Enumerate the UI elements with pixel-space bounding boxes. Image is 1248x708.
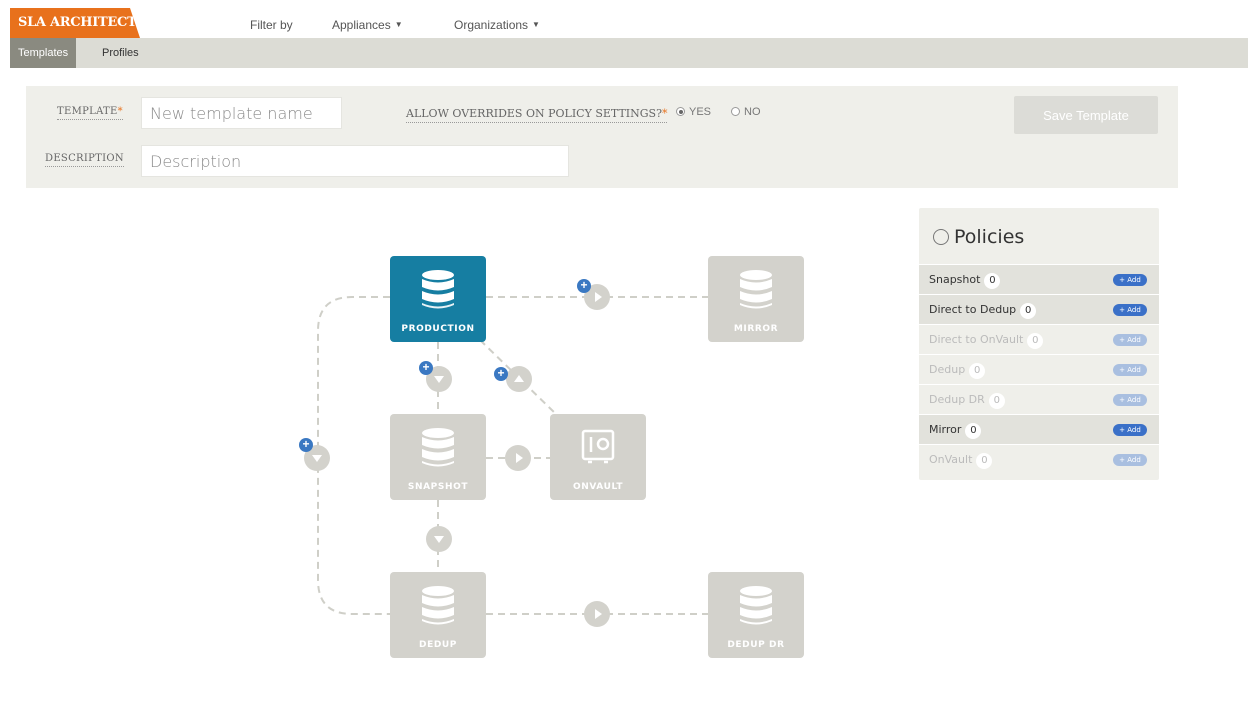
production-onvault-connector[interactable] <box>506 366 532 392</box>
policies-panel: Policies Snapshot 0 + Add Direct to Dedup… <box>919 208 1159 480</box>
overrides-label-text: ALLOW OVERRIDES ON POLICY SETTINGS? <box>406 107 662 120</box>
add-dedup-button[interactable]: + <box>299 438 313 452</box>
policy-count: 0 <box>969 363 986 379</box>
onvault-node[interactable]: ONVAULT <box>550 414 646 500</box>
required-mark: * <box>661 107 668 120</box>
tab-profiles[interactable]: Profiles <box>94 38 147 68</box>
mirror-node[interactable]: MIRROR <box>708 256 804 342</box>
play-icon <box>595 609 602 619</box>
add-direct-to-onvault-policy-button[interactable]: + Add <box>1113 334 1147 346</box>
chevron-up-icon <box>514 375 524 382</box>
policy-count: 0 <box>984 273 1001 289</box>
policy-row-direct-to-dedup: Direct to Dedup 0 + Add <box>919 294 1159 324</box>
policies-title: Policies <box>933 226 1024 248</box>
policy-label: Snapshot <box>929 273 981 286</box>
database-icon <box>740 270 772 309</box>
database-icon <box>422 270 454 309</box>
appliances-menu-label: Appliances <box>332 18 391 32</box>
database-icon <box>740 586 772 625</box>
template-field-label: TEMPLATE* <box>57 106 123 120</box>
policy-row-snapshot: Snapshot 0 + Add <box>919 264 1159 294</box>
dedup-dr-node[interactable]: DEDUP DR <box>708 572 804 658</box>
snapshot-label: SNAPSHOT <box>407 482 469 492</box>
snapshot-onvault-connector[interactable] <box>505 445 531 471</box>
add-snapshot-button[interactable]: + <box>419 361 433 375</box>
radio-empty-icon <box>731 107 740 116</box>
top-bar: SLA ARCHITECT Filter by Appliances ▼ Orga… <box>0 0 1248 38</box>
no-label: NO <box>744 106 761 118</box>
add-dedup-dr-policy-button[interactable]: + Add <box>1113 394 1147 406</box>
add-dedup-policy-button[interactable]: + Add <box>1113 364 1147 376</box>
add-onvault-policy-button[interactable]: + Add <box>1113 454 1147 466</box>
snapshot-node[interactable]: SNAPSHOT <box>390 414 486 500</box>
policy-label: Direct to OnVault <box>929 333 1024 346</box>
policy-label: Mirror <box>929 423 962 436</box>
policy-count: 0 <box>965 423 982 439</box>
caret-down-icon: ▼ <box>532 20 540 29</box>
mirror-label: MIRROR <box>733 324 779 334</box>
sub-navigation: Templates Profiles <box>10 38 1248 68</box>
dedup-dr-label: DEDUP DR <box>727 640 785 650</box>
production-node[interactable]: PRODUCTION <box>390 256 486 342</box>
database-icon <box>422 428 454 467</box>
play-icon <box>516 453 523 463</box>
policy-count: 0 <box>988 393 1005 409</box>
description-field-label: DESCRIPTION <box>45 153 124 167</box>
add-snapshot-policy-button[interactable]: + Add <box>1113 274 1147 286</box>
add-direct-to-dedup-policy-button[interactable]: + Add <box>1113 304 1147 316</box>
required-mark: * <box>117 106 123 117</box>
policy-row-onvault: OnVault 0 + Add <box>919 444 1159 474</box>
policy-row-mirror: Mirror 0 + Add <box>919 414 1159 444</box>
yes-label: YES <box>689 106 712 118</box>
policy-label: Dedup DR <box>929 393 985 406</box>
add-onvault-button[interactable]: + <box>494 367 508 381</box>
policy-label: Direct to Dedup <box>929 303 1017 316</box>
overrides-yes-radio[interactable]: YES <box>676 106 711 118</box>
policies-title-text: Policies <box>954 226 1025 248</box>
policy-label: Dedup <box>929 363 966 376</box>
dedup-dedupdr-connector[interactable] <box>584 601 610 627</box>
policy-label: OnVault <box>929 453 973 466</box>
add-mirror-policy-button[interactable]: + Add <box>1113 424 1147 436</box>
overrides-label: ALLOW OVERRIDES ON POLICY SETTINGS?* <box>406 107 668 123</box>
caret-down-icon: ▼ <box>394 20 403 29</box>
filter-label: Filter by <box>250 18 293 32</box>
policy-count: 0 <box>1027 333 1044 349</box>
appliances-menu[interactable]: Appliances ▼ <box>332 18 403 32</box>
add-mirror-button[interactable]: + <box>577 279 591 293</box>
save-template-button[interactable]: Save Template <box>1014 96 1158 134</box>
template-label-text: TEMPLATE <box>57 106 118 117</box>
dedup-node[interactable]: DEDUP <box>390 572 486 658</box>
policy-count: 0 <box>976 453 993 469</box>
chevron-down-icon <box>434 536 444 543</box>
radio-selected-icon <box>676 107 685 116</box>
app-brand[interactable]: SLA ARCHITECT <box>10 8 140 38</box>
tab-templates[interactable]: Templates <box>10 38 77 68</box>
policy-row-dedup: Dedup 0 + Add <box>919 354 1159 384</box>
onvault-label: ONVAULT <box>572 482 624 492</box>
snapshot-dedup-connector[interactable] <box>426 526 452 552</box>
database-icon <box>422 586 454 625</box>
policy-count: 0 <box>1020 303 1037 319</box>
circle-icon <box>933 229 949 245</box>
policy-row-direct-to-onvault: Direct to OnVault 0 + Add <box>919 324 1159 354</box>
organizations-menu-label: Organizations <box>454 18 529 32</box>
production-label: PRODUCTION <box>401 324 475 334</box>
organizations-menu[interactable]: Organizations ▼ <box>454 18 540 32</box>
template-form: TEMPLATE* DESCRIPTION ALLOW OVERRIDES ON… <box>26 86 1178 188</box>
dedup-label: DEDUP <box>419 640 457 650</box>
description-input[interactable] <box>141 145 569 177</box>
workflow-canvas: PRODUCTION MIRROR SNAPSHOT ONVAULT DEDUP… <box>0 200 900 708</box>
template-name-input[interactable] <box>141 97 342 129</box>
overrides-no-radio[interactable]: NO <box>731 106 761 118</box>
vault-icon <box>581 429 615 464</box>
policy-row-dedup-dr: Dedup DR 0 + Add <box>919 384 1159 414</box>
